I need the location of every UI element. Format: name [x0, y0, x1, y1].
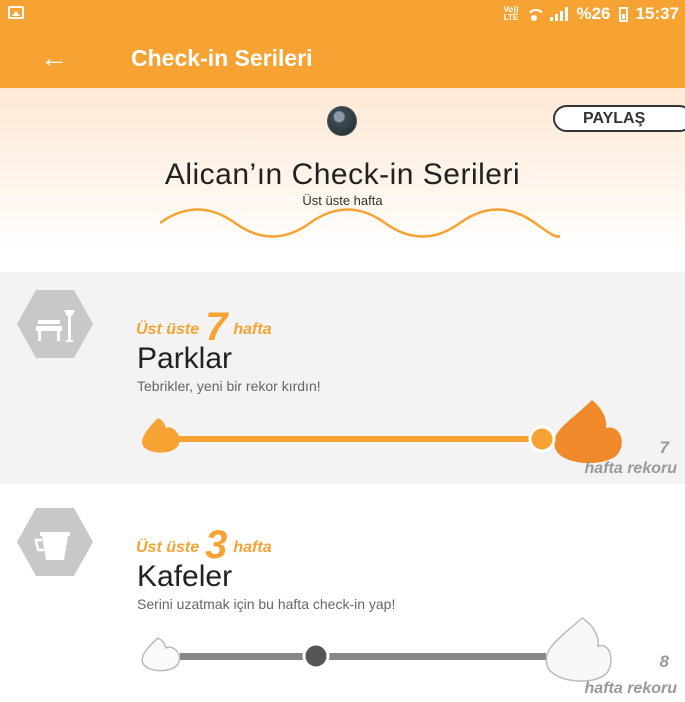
volte-indicator: Vo)) LTE [504, 6, 519, 22]
toolbar-title: Check-in Serileri [131, 45, 313, 71]
progress-knob [302, 642, 330, 670]
battery-icon [618, 6, 628, 22]
gallery-notification-icon [8, 6, 24, 19]
arrow-left-icon[interactable]: ← [40, 42, 68, 74]
big-flame-outline-icon [545, 617, 612, 682]
small-flame-icon [142, 418, 180, 453]
volte-bottom-text: LTE [503, 13, 519, 22]
record-label: hafta rekoru [584, 460, 677, 477]
avatar[interactable] [327, 106, 357, 136]
big-flame-icon [554, 400, 622, 464]
record-number: 8 [659, 652, 669, 671]
clock: 15:37 [635, 4, 679, 23]
small-flame-outline-icon [141, 637, 181, 672]
progress-track-bg [180, 653, 546, 660]
record-label: hafta rekoru [584, 680, 677, 697]
record-number: 7 [659, 438, 669, 457]
wave-decoration [160, 208, 560, 238]
wifi-icon [526, 7, 543, 21]
signal-icon [550, 7, 569, 21]
streak-progress-track [141, 617, 612, 682]
streak-card-parks[interactable]: Üst üste 7 hafta Parklar Tebrikler, yeni b… [0, 272, 685, 484]
status-bar: Vo)) LTE %26 15:37 [0, 0, 685, 28]
battery-percentage: %26 [576, 4, 611, 23]
share-button[interactable]: PAYLAŞ [553, 105, 685, 132]
page-title: Alican’ın Check-in Serileri [164, 158, 521, 191]
progress-fill [178, 436, 538, 442]
streak-progress-track [142, 400, 622, 464]
streak-card-cafes[interactable]: Üst üste 3 hafta Kafeler Serini uzatmak iç… [0, 490, 685, 702]
streaks-header: PAYLAŞ Alican’ın Check-in Serileri Üst ü… [0, 88, 685, 250]
progress-knob [528, 425, 556, 453]
app-toolbar: ← Check-in Serileri [0, 28, 685, 88]
